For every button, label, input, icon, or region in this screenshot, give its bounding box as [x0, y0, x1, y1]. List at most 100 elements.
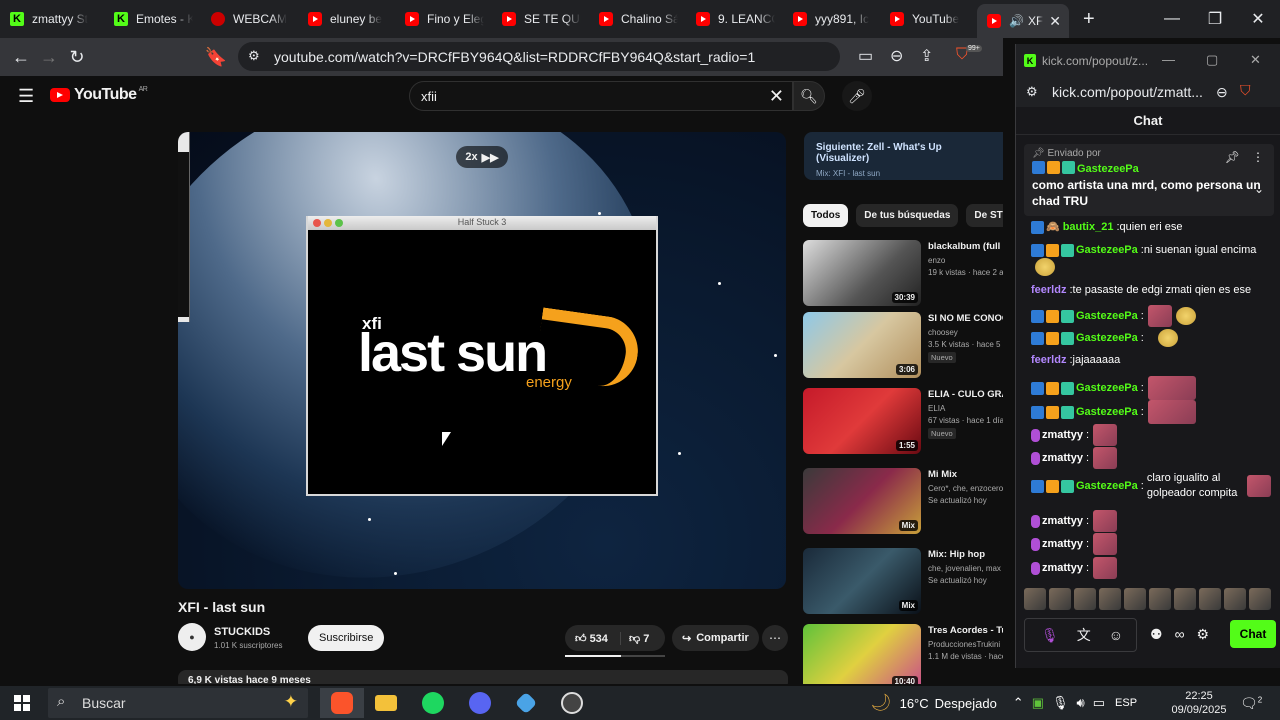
maximize-button[interactable]: ▢	[1206, 52, 1218, 68]
emote-button[interactable]	[1224, 588, 1246, 610]
network-icon[interactable]: ▭	[1093, 695, 1105, 711]
weather-text[interactable]: Despejado	[935, 696, 997, 711]
speaker-icon[interactable]: 🔊	[1009, 14, 1024, 28]
chevron-down-icon[interactable]: ⌄	[1254, 182, 1264, 196]
subscribe-button[interactable]: Suscribirse	[308, 625, 385, 651]
taskbar-search-input[interactable]: ⌕ Buscar ✦	[48, 688, 308, 718]
minimize-button[interactable]: —	[1150, 0, 1194, 38]
more-actions-button[interactable]: ⋯	[762, 625, 788, 651]
notifications-button[interactable]: 🗨︎2	[1240, 695, 1262, 712]
cast-icon[interactable]: ▭	[858, 46, 873, 66]
suggestion-item[interactable]: 3:06 SI NO ME CONOCES - JUSE (VIDEO OFIC…	[803, 312, 1003, 382]
tab-se-te-que[interactable]: SE TE QUE	[492, 4, 589, 34]
emote-button[interactable]	[1174, 588, 1196, 610]
chat-message[interactable]: zmattyy:	[1031, 533, 1271, 555]
menu-icon[interactable]: ☰	[18, 86, 34, 107]
chat-message[interactable]: GastezeePa: claro igualito al golpeador …	[1031, 471, 1271, 501]
share-button[interactable]: ↪ Compartir	[672, 625, 759, 651]
suggestion-item[interactable]: 30:39 blackalbum (full album) enzo 19 k vi…	[803, 240, 1003, 310]
emote-button[interactable]	[1199, 588, 1221, 610]
suggestion-item[interactable]: 10:40 Tres Acordes - Tu Canción de Amor P…	[803, 624, 1003, 684]
emote-button[interactable]	[1124, 588, 1146, 610]
suggestion-item[interactable]: 1:55 ELIA - CULO GRANDE (Video Oficial) E…	[803, 388, 1003, 458]
clock[interactable]: 22:25 09/09/2025	[1168, 689, 1230, 717]
close-tab-icon[interactable]: ✕	[1049, 13, 1061, 30]
voice-search-button[interactable]: 🎤︎	[842, 81, 872, 111]
zoom-icon[interactable]: ⊖	[1216, 84, 1228, 101]
chat-username[interactable]: zmattyy	[1042, 536, 1083, 552]
channel-name[interactable]: STUCKIDS	[214, 626, 270, 638]
popout-address-bar[interactable]: ⚙ kick.com/popout/zmatt... ⊖ ⛉	[1016, 77, 1280, 107]
tab-yyy891[interactable]: yyy891, Ic	[783, 4, 880, 34]
tray-app-icon[interactable]: ▣	[1032, 695, 1044, 711]
chat-message[interactable]: 🙈 bautix_21: quien eri ese	[1031, 219, 1271, 235]
bookmark-icon[interactable]: 🔖	[202, 47, 230, 68]
translate-icon[interactable]: 文	[1077, 625, 1091, 645]
more-icon[interactable]: ⋮	[1252, 150, 1264, 164]
zoom-icon[interactable]: ⊖	[890, 46, 903, 66]
chat-username[interactable]: GastezeePa	[1076, 330, 1138, 346]
emote-button[interactable]	[1074, 588, 1096, 610]
volume-icon[interactable]: 🔊︎	[1077, 695, 1085, 711]
app-icon[interactable]	[504, 688, 548, 718]
tab-youtube[interactable]: YouTube	[880, 4, 977, 34]
back-button[interactable]: ←	[7, 47, 35, 68]
dislike-button[interactable]: 👎︎ 7	[621, 632, 649, 645]
emote-button[interactable]	[1049, 588, 1071, 610]
chat-username[interactable]: bautix_21	[1063, 219, 1114, 235]
chat-message[interactable]: GastezeePa:	[1031, 329, 1271, 347]
suggestion-item[interactable]: Mix Mix: Hip hop che, jovenalien, max Se a…	[803, 548, 1003, 618]
file-explorer-icon[interactable]	[364, 688, 408, 718]
emote-button[interactable]	[1249, 588, 1271, 610]
chat-message[interactable]: GastezeePa: ni suenan igual encima	[1031, 242, 1271, 258]
pin-toggle-icon[interactable]: 📌︎	[1225, 150, 1240, 164]
chat-username[interactable]: GastezeePa	[1076, 242, 1138, 258]
language-indicator[interactable]: ESP	[1115, 697, 1137, 709]
chat-message[interactable]: zmattyy:	[1031, 557, 1271, 579]
maximize-button[interactable]: ❐	[1193, 0, 1237, 38]
microphone-icon[interactable]: 🎙︎	[1052, 695, 1069, 711]
chat-message[interactable]: zmattyy:	[1031, 447, 1271, 469]
pinned-user[interactable]: GastezeePa	[1077, 163, 1139, 175]
chat-username[interactable]: GastezeePa	[1076, 380, 1138, 396]
minimize-button[interactable]: —	[1162, 52, 1175, 67]
chat-username[interactable]: zmattyy	[1042, 427, 1083, 443]
chat-username[interactable]: zmattyy	[1042, 450, 1083, 466]
search-button[interactable]: 🔍︎	[793, 81, 825, 111]
chip-from-searches[interactable]: De tus búsquedas	[856, 204, 959, 227]
send-chat-button[interactable]: Chat	[1230, 620, 1276, 648]
url-field[interactable]: ⚙ youtube.com/watch?v=DRCfFBY964Q&list=R…	[238, 42, 840, 71]
chevron-up-icon[interactable]: ⌃	[1013, 695, 1024, 711]
pinned-message[interactable]: 📌︎ Enviado por GastezeePa como artista u…	[1024, 144, 1274, 216]
chat-username[interactable]: GastezeePa	[1076, 308, 1138, 324]
forward-button[interactable]: →	[35, 47, 63, 68]
emote-button[interactable]	[1099, 588, 1121, 610]
close-window-button[interactable]: ✕	[1236, 0, 1280, 38]
tab-leanco[interactable]: 9. LEANCO	[686, 4, 783, 34]
emoji-picker-icon[interactable]: ☺	[1109, 627, 1123, 643]
chat-message[interactable]: feerldz: jajaaaaaa	[1031, 352, 1271, 368]
microphone-icon[interactable]: 🎙︎	[1041, 627, 1059, 644]
search-input[interactable]: xfii ✕	[409, 81, 793, 111]
temperature[interactable]: 16°C	[900, 696, 929, 711]
youtube-logo[interactable]: YouTube AR	[50, 86, 148, 104]
tab-emotes[interactable]: K Emotes - K	[104, 4, 201, 34]
emote-button[interactable]	[1024, 588, 1046, 610]
site-info-icon[interactable]: ⚙	[1026, 84, 1038, 100]
chat-message[interactable]: GastezeePa:	[1031, 305, 1271, 327]
chat-username[interactable]: feerldz	[1031, 352, 1066, 368]
reload-button[interactable]: ↻	[63, 47, 91, 68]
spotify-icon[interactable]	[411, 688, 455, 718]
windows-start-icon[interactable]	[14, 695, 30, 711]
chat-username[interactable]: zmattyy	[1042, 513, 1083, 529]
share-icon[interactable]: ⇪	[920, 46, 933, 66]
chip-all[interactable]: Todos	[803, 204, 849, 227]
close-window-button[interactable]: ✕	[1250, 52, 1261, 68]
channel-avatar[interactable]: ●	[178, 623, 206, 651]
brave-shield-icon[interactable]: ⛉	[1240, 82, 1251, 99]
chat-message[interactable]: feerldz: te pasaste de edgi zmati qien e…	[1031, 282, 1271, 298]
tab-zmattyy[interactable]: Kzmattyy St	[0, 4, 104, 34]
tab-xfi-active[interactable]: 🔊XFI ✕	[977, 4, 1069, 38]
users-icon[interactable]: ⚉	[1150, 626, 1163, 643]
chat-message[interactable]: zmattyy:	[1031, 510, 1271, 532]
